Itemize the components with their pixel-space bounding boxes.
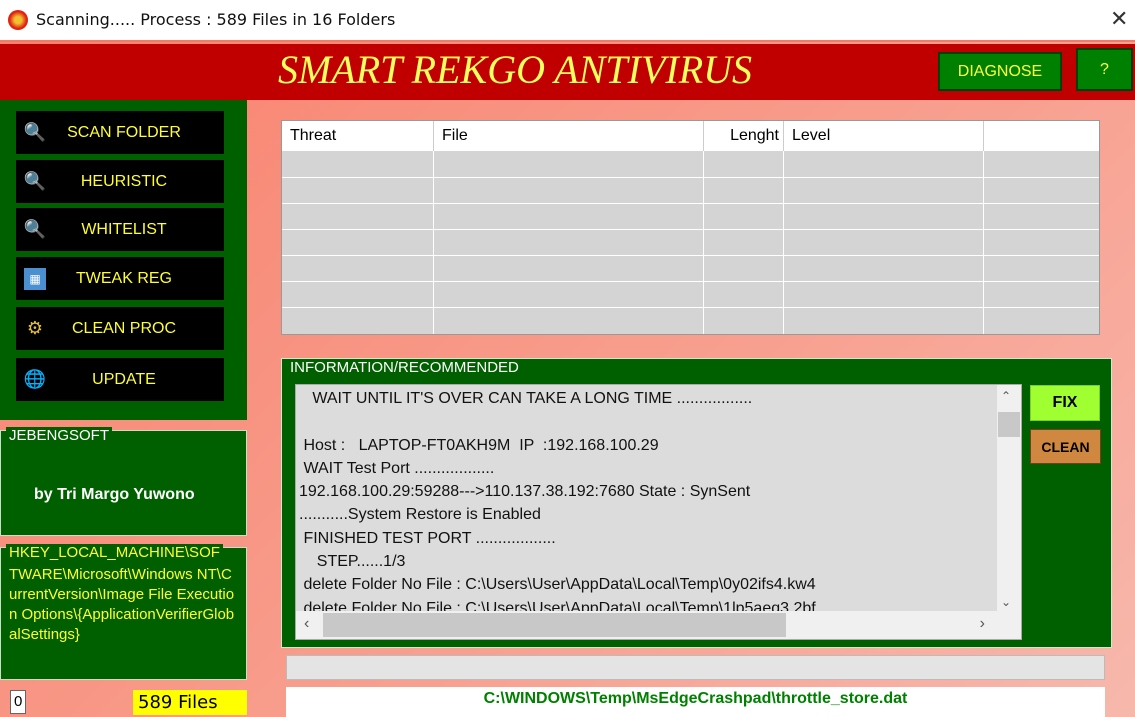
files-count: 589 Files [133, 690, 247, 715]
log-line: delete Folder No File : C:\Users\User\Ap… [299, 576, 816, 594]
column-file[interactable]: File [433, 121, 703, 151]
clean-proc-button[interactable]: ⚙ CLEAN PROC [16, 307, 224, 350]
column-threat[interactable]: Threat [282, 121, 433, 151]
scroll-thumb[interactable] [998, 412, 1020, 437]
about-box: JEBENGSOFT by Tri Margo Yuwono [0, 427, 247, 536]
log-text: WAIT UNTIL IT'S OVER CAN TAKE A LONG TIM… [299, 387, 989, 620]
magnifier-yellow-icon: 🔍 [23, 171, 47, 191]
counter-field: 0 [10, 690, 26, 714]
table-header: Threat File Lenght Level [282, 121, 1099, 151]
sidebar: 🔍 SCAN FOLDER 🔍 HEURISTIC 🔍 WHITELIST ▦ TWEA… [0, 100, 247, 420]
log-line: WAIT Test Port .................. [299, 459, 495, 477]
scroll-up-icon[interactable]: ⌃ [1001, 389, 1011, 403]
fix-button[interactable]: FIX [1030, 385, 1100, 421]
globe-icon: 🌐 [23, 369, 47, 389]
scan-folder-button[interactable]: 🔍 SCAN FOLDER [16, 111, 224, 154]
info-panel: INFORMATION/RECOMMENDED WAIT UNTIL IT'S … [281, 358, 1112, 648]
help-button[interactable]: ? [1076, 48, 1133, 91]
title-bar: Scanning..... Process : 589 Files in 16 … [0, 0, 1135, 42]
scroll-right-icon[interactable]: › [980, 615, 985, 633]
app-icon [8, 10, 28, 30]
magnifier-red-icon: 🔍 [23, 219, 47, 239]
gears-icon: ⚙ [26, 318, 44, 338]
registry-legend: HKEY_LOCAL_MACHINE\SOF [6, 544, 223, 561]
registry-path: TWARE\Microsoft\Windows NT\CurrentVersio… [9, 566, 235, 643]
log-line: ...........System Restore is Enabled [299, 506, 541, 524]
registry-icon: ▦ [24, 267, 46, 290]
threat-table[interactable]: Threat File Lenght Level [281, 120, 1100, 335]
column-length[interactable]: Lenght [703, 121, 783, 151]
info-legend: INFORMATION/RECOMMENDED [287, 359, 522, 376]
whitelist-button[interactable]: 🔍 WHITELIST [16, 208, 224, 251]
window-title: Scanning..... Process : 589 Files in 16 … [36, 10, 396, 29]
log-line: STEP......1/3 [299, 553, 406, 571]
magnifier-green-icon: 🔍 [23, 122, 47, 142]
log-line: Host : LAPTOP-FT0AKH9M IP :192.168.100.2… [299, 436, 659, 454]
log-line: WAIT UNTIL IT'S OVER CAN TAKE A LONG TIM… [299, 390, 753, 407]
log-line: 192.168.100.29:59288--->110.137.38.192:7… [299, 483, 751, 501]
vertical-scrollbar[interactable]: ⌃ ⌄ [997, 385, 1021, 613]
log-textbox[interactable]: WAIT UNTIL IT'S OVER CAN TAKE A LONG TIM… [295, 384, 1022, 640]
scroll-left-icon[interactable]: ‹ [304, 615, 309, 633]
clean-button[interactable]: CLEAN [1030, 429, 1101, 464]
column-level[interactable]: Level [783, 121, 983, 151]
horizontal-scrollbar[interactable]: ‹ › [296, 611, 1021, 639]
registry-box: HKEY_LOCAL_MACHINE\SOF TWARE\Microsoft\W… [0, 544, 247, 680]
header: SMART REKGO ANTIVIRUS DIAGNOSE ? [0, 44, 1135, 100]
heuristic-button[interactable]: 🔍 HEURISTIC [16, 160, 224, 203]
tweak-reg-button[interactable]: ▦ TWEAK REG [16, 257, 224, 300]
author-label: by Tri Margo Yuwono [34, 486, 195, 503]
column-extra[interactable] [983, 121, 1100, 151]
app-title: SMART REKGO ANTIVIRUS [277, 47, 753, 92]
current-file-label: C:\WINDOWS\Temp\MsEdgeCrashpad\throttle_… [286, 687, 1105, 717]
scroll-down-icon[interactable]: ⌄ [1001, 595, 1011, 609]
diagnose-button[interactable]: DIAGNOSE [938, 52, 1062, 91]
update-button[interactable]: 🌐 UPDATE [16, 358, 224, 401]
hscroll-thumb[interactable] [323, 613, 786, 637]
close-button[interactable]: ✕ [1110, 6, 1128, 32]
log-line: FINISHED TEST PORT .................. [299, 529, 556, 547]
about-legend: JEBENGSOFT [6, 427, 113, 444]
progress-bar [286, 655, 1105, 680]
